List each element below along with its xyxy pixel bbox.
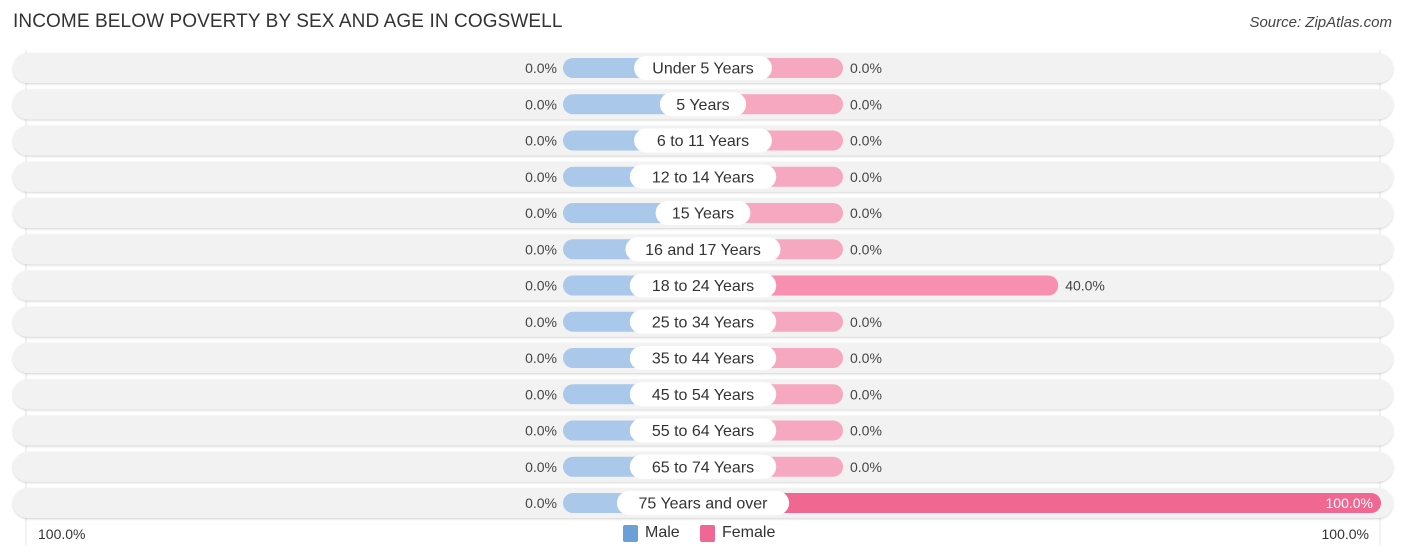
value-label-male: 0.0%: [525, 60, 557, 76]
category-label: 18 to 24 Years: [652, 278, 754, 295]
value-label-female: 40.0%: [1065, 278, 1105, 294]
value-label-male: 0.0%: [525, 350, 557, 366]
category-label: Under 5 Years: [652, 61, 753, 78]
category-label: 75 Years and over: [639, 496, 769, 513]
value-label-female: 0.0%: [850, 169, 882, 185]
category-label: 65 to 74 Years: [652, 459, 754, 476]
value-label-male: 0.0%: [525, 278, 557, 294]
value-label-male: 0.0%: [525, 314, 557, 330]
legend-item-female[interactable]: Female: [700, 524, 775, 542]
legend-label-female: Female: [722, 524, 776, 541]
category-label: 5 Years: [676, 97, 729, 114]
value-label-male: 0.0%: [525, 96, 557, 112]
category-label: 15 Years: [672, 206, 734, 223]
legend-item-male[interactable]: Male: [623, 524, 680, 542]
value-label-female: 0.0%: [850, 350, 882, 366]
value-label-male: 0.0%: [525, 459, 557, 475]
value-label-female: 100.0%: [1326, 495, 1373, 511]
value-label-male: 0.0%: [525, 241, 557, 257]
value-label-female: 0.0%: [850, 205, 882, 221]
value-label-male: 0.0%: [525, 169, 557, 185]
value-label-male: 0.0%: [525, 495, 557, 511]
value-label-female: 0.0%: [850, 314, 882, 330]
value-label-male: 0.0%: [525, 423, 557, 439]
value-label-male: 0.0%: [525, 205, 557, 221]
legend-label-male: Male: [645, 524, 680, 541]
value-label-female: 0.0%: [850, 60, 882, 76]
value-label-female: 0.0%: [850, 133, 882, 149]
chart-svg: Under 5 Years 0.0% 0.0% 5 Years 0.0% 0.0% 6 to…: [13, 50, 1393, 545]
value-label-female: 0.0%: [850, 96, 882, 112]
category-label: 6 to 11 Years: [657, 133, 749, 150]
value-label-female: 0.0%: [850, 423, 882, 439]
value-label-female: 0.0%: [850, 386, 882, 402]
value-label-male: 0.0%: [525, 133, 557, 149]
bar-female: [703, 493, 1381, 513]
category-label: 35 to 44 Years: [652, 351, 754, 368]
category-label: 12 to 14 Years: [652, 169, 754, 186]
legend: Male Female: [0, 524, 1406, 546]
category-label: 16 and 17 Years: [645, 242, 761, 259]
legend-swatch-male: [623, 524, 638, 542]
value-label-female: 0.0%: [850, 241, 882, 257]
category-label: 25 to 34 Years: [652, 314, 754, 331]
legend-swatch-female: [700, 524, 715, 542]
value-label-male: 0.0%: [525, 386, 557, 402]
category-label: 45 to 54 Years: [652, 387, 754, 404]
category-label: 55 to 64 Years: [652, 423, 754, 440]
value-label-female: 0.0%: [850, 459, 882, 475]
